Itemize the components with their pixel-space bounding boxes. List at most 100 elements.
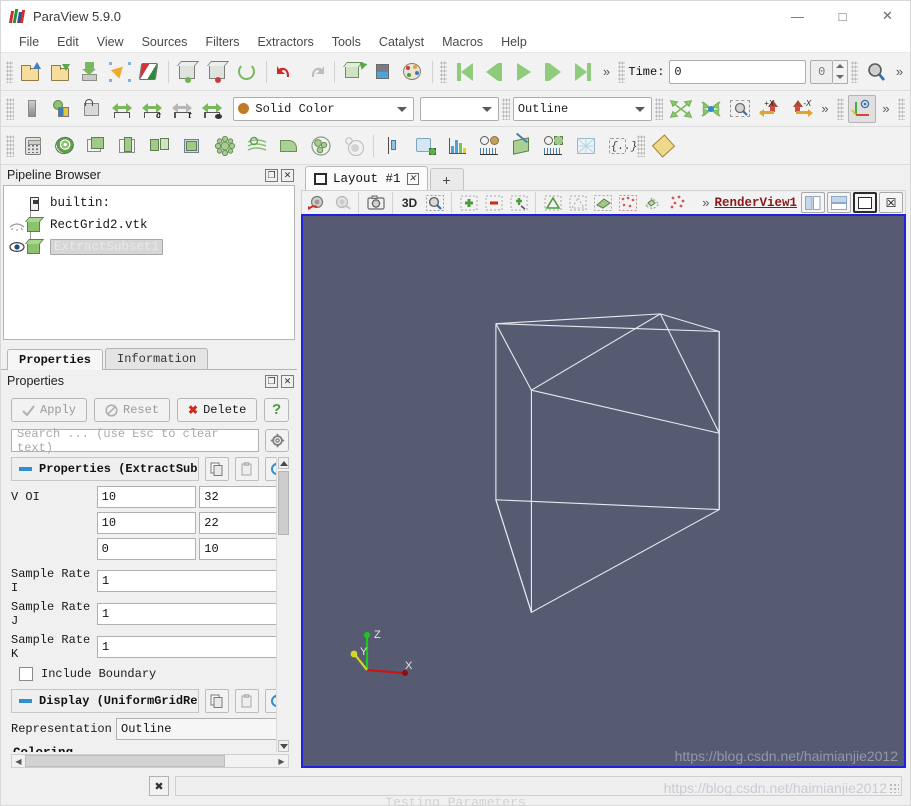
- next-frame-button[interactable]: [540, 58, 568, 86]
- pipeline-item-extractsubset1[interactable]: ExtractSubset1: [8, 236, 290, 258]
- select-points-surface-button[interactable]: [615, 192, 640, 213]
- threshold-button[interactable]: [146, 132, 176, 160]
- new-layout-tab-button[interactable]: +: [429, 168, 464, 190]
- main-toolbar-overflow-button[interactable]: »: [891, 64, 908, 79]
- orientation-axes-widget[interactable]: Z Y X: [347, 624, 417, 688]
- menu-view[interactable]: View: [88, 33, 133, 51]
- select-points-through-button[interactable]: [565, 192, 590, 213]
- connect-catalyst-button[interactable]: [136, 58, 164, 86]
- camera-undo-view-button[interactable]: [304, 192, 329, 213]
- pipeline-item-rectgrid2[interactable]: RectGrid2.vtk: [8, 214, 290, 236]
- visibility-toggle-visible-icon[interactable]: [8, 241, 26, 253]
- reset-session-button[interactable]: [233, 58, 261, 86]
- magnify-button[interactable]: [862, 58, 890, 86]
- time-index-spinner[interactable]: [833, 59, 848, 84]
- sample-rate-j-input[interactable]: 1: [97, 603, 289, 625]
- rescale-over-time-button[interactable]: t: [168, 95, 196, 123]
- menu-tools[interactable]: Tools: [323, 33, 370, 51]
- voi-imin-input[interactable]: 10: [96, 486, 197, 508]
- probe-location-button[interactable]: [379, 132, 409, 160]
- voi-kmin-input[interactable]: 0: [96, 538, 197, 560]
- toolbar-grip[interactable]: [6, 60, 14, 83]
- minimize-button[interactable]: —: [775, 1, 820, 31]
- last-frame-button[interactable]: [569, 58, 597, 86]
- pipeline-undock-button[interactable]: ❐: [265, 168, 278, 182]
- python-script-button[interactable]: {..}: [603, 132, 637, 160]
- menu-file[interactable]: File: [10, 33, 48, 51]
- scroll-up-arrow[interactable]: [278, 457, 289, 469]
- tab-properties[interactable]: Properties: [7, 349, 104, 370]
- abort-progress-button[interactable]: ✖: [149, 776, 169, 796]
- collapse-icon[interactable]: [19, 467, 32, 471]
- maximize-view-button[interactable]: [853, 192, 877, 213]
- toggle-color-legend-button[interactable]: [48, 95, 76, 123]
- color-array-combo[interactable]: [419, 96, 500, 121]
- apply-button[interactable]: Apply: [11, 398, 88, 422]
- zoom-toolbar-grip[interactable]: [850, 60, 859, 83]
- axes-toolbar-grip[interactable]: [836, 97, 845, 120]
- edit-color-map-advanced-button[interactable]: [78, 95, 106, 123]
- zoom-selection-button[interactable]: [422, 192, 447, 213]
- group-datasets-button[interactable]: [306, 132, 336, 160]
- menu-help[interactable]: Help: [492, 33, 536, 51]
- zoom-to-data-button[interactable]: [697, 95, 725, 123]
- vcr-overflow-button[interactable]: »: [598, 64, 615, 79]
- representation-combo[interactable]: Outline: [512, 96, 653, 121]
- load-state-button[interactable]: [106, 58, 134, 86]
- properties-section-title[interactable]: Properties (ExtractSub: [11, 457, 199, 481]
- visibility-toggle-hidden-icon[interactable]: [8, 220, 26, 231]
- plot-over-line-button[interactable]: [411, 132, 441, 160]
- neg-x-camera-button[interactable]: -X: [787, 95, 815, 123]
- representation-value[interactable]: Outline: [116, 718, 289, 740]
- render-view[interactable]: Z Y X https://blog.csdn.net/haimianjie20…: [301, 214, 906, 768]
- extract-level-button[interactable]: [338, 132, 368, 160]
- pos-x-camera-button[interactable]: +X: [757, 95, 785, 123]
- play-button[interactable]: [510, 58, 538, 86]
- open-file-button[interactable]: [17, 58, 45, 86]
- properties-close-button[interactable]: ✕: [281, 374, 294, 388]
- previous-frame-button[interactable]: [481, 58, 509, 86]
- menu-filters[interactable]: Filters: [196, 33, 248, 51]
- copy-properties-button[interactable]: [205, 457, 229, 481]
- toggle-selection-button[interactable]: [506, 192, 531, 213]
- sample-rate-i-input[interactable]: 1: [97, 570, 289, 592]
- close-button[interactable]: ✕: [865, 1, 910, 31]
- view-toolbar-overflow-button[interactable]: »: [697, 195, 714, 210]
- vcr-toolbar-grip[interactable]: [439, 60, 447, 83]
- pipeline-item-label[interactable]: ExtractSubset1: [50, 239, 164, 255]
- collapse-icon[interactable]: [19, 699, 32, 703]
- menu-edit[interactable]: Edit: [48, 33, 88, 51]
- glyph-button[interactable]: [210, 132, 240, 160]
- menu-sources[interactable]: Sources: [133, 33, 197, 51]
- histogram-button[interactable]: [443, 132, 473, 160]
- reset-camera-button[interactable]: [667, 95, 695, 123]
- select-cells-surface-button[interactable]: [590, 192, 615, 213]
- include-boundary-row[interactable]: Include Boundary: [19, 667, 289, 681]
- extract-subset-button[interactable]: [178, 132, 208, 160]
- color-map-editor-button[interactable]: [399, 58, 427, 86]
- interactive-select-points-button[interactable]: [665, 192, 690, 213]
- slice-button[interactable]: [114, 132, 144, 160]
- time-index-input[interactable]: 0: [810, 59, 834, 84]
- center-axes-visibility-button[interactable]: [848, 94, 877, 123]
- scroll-thumb[interactable]: [278, 471, 289, 535]
- time-input[interactable]: 0: [669, 59, 807, 84]
- split-vertical-button[interactable]: [827, 192, 851, 213]
- measure-toolbar-grip[interactable]: [637, 134, 645, 157]
- connect-server-button[interactable]: [174, 58, 202, 86]
- calculator-button[interactable]: [18, 132, 48, 160]
- properties-undock-button[interactable]: ❐: [265, 374, 278, 388]
- delete-button[interactable]: ✖ Delete: [177, 398, 258, 422]
- undo-button[interactable]: [272, 58, 300, 86]
- plot-data-over-time-button[interactable]: [475, 132, 505, 160]
- paste-properties-button[interactable]: [235, 457, 259, 481]
- plot-selection-over-time-button[interactable]: [539, 132, 569, 160]
- zoom-to-box-button[interactable]: [727, 95, 755, 123]
- tab-information[interactable]: Information: [105, 348, 209, 369]
- capture-screenshot-button[interactable]: [363, 192, 388, 213]
- camera-undo-button[interactable]: [340, 58, 368, 86]
- plot-on-intersection-curves-button[interactable]: [507, 132, 537, 160]
- save-state-button[interactable]: [77, 58, 105, 86]
- pipeline-browser[interactable]: builtin: RectGrid2.vtk ExtractSubset1: [3, 185, 295, 340]
- close-view-button[interactable]: ☒: [879, 192, 903, 213]
